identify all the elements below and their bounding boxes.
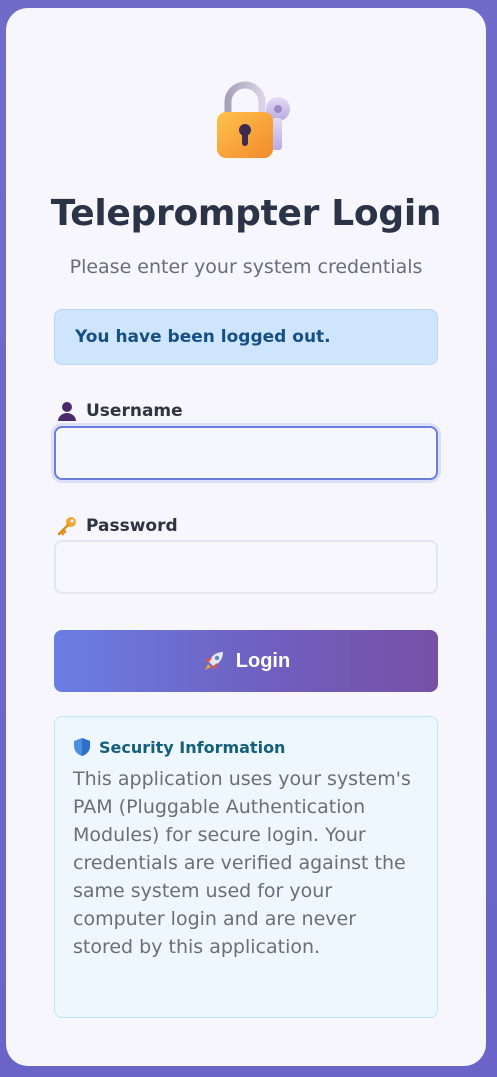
security-info-heading: Security Information [73, 737, 419, 757]
security-info-title: Security Information [99, 737, 286, 757]
username-input[interactable] [54, 426, 438, 480]
password-input[interactable] [54, 540, 438, 594]
lock-key-icon [214, 80, 294, 162]
shield-icon [73, 737, 91, 757]
alert-message: You have been logged out. [75, 327, 331, 347]
login-button[interactable]: Login [54, 630, 438, 692]
login-button-label: Login [235, 649, 291, 672]
username-label: Username [56, 401, 183, 421]
security-info-text: This application uses your system's PAM … [73, 768, 411, 958]
username-label-text: Username [86, 401, 183, 421]
security-info-box: Security Information This application us… [54, 716, 438, 1018]
password-label-text: Password [86, 516, 178, 536]
password-label: Password [56, 516, 178, 536]
page-title: Teleprompter Login [50, 193, 442, 234]
rocket-icon [202, 649, 226, 673]
user-icon [56, 401, 78, 421]
page-subtitle: Please enter your system credentials [69, 256, 423, 278]
login-card: Teleprompter Login Please enter your sys… [6, 8, 486, 1066]
key-icon [56, 516, 78, 536]
logout-alert: You have been logged out. [54, 309, 438, 365]
